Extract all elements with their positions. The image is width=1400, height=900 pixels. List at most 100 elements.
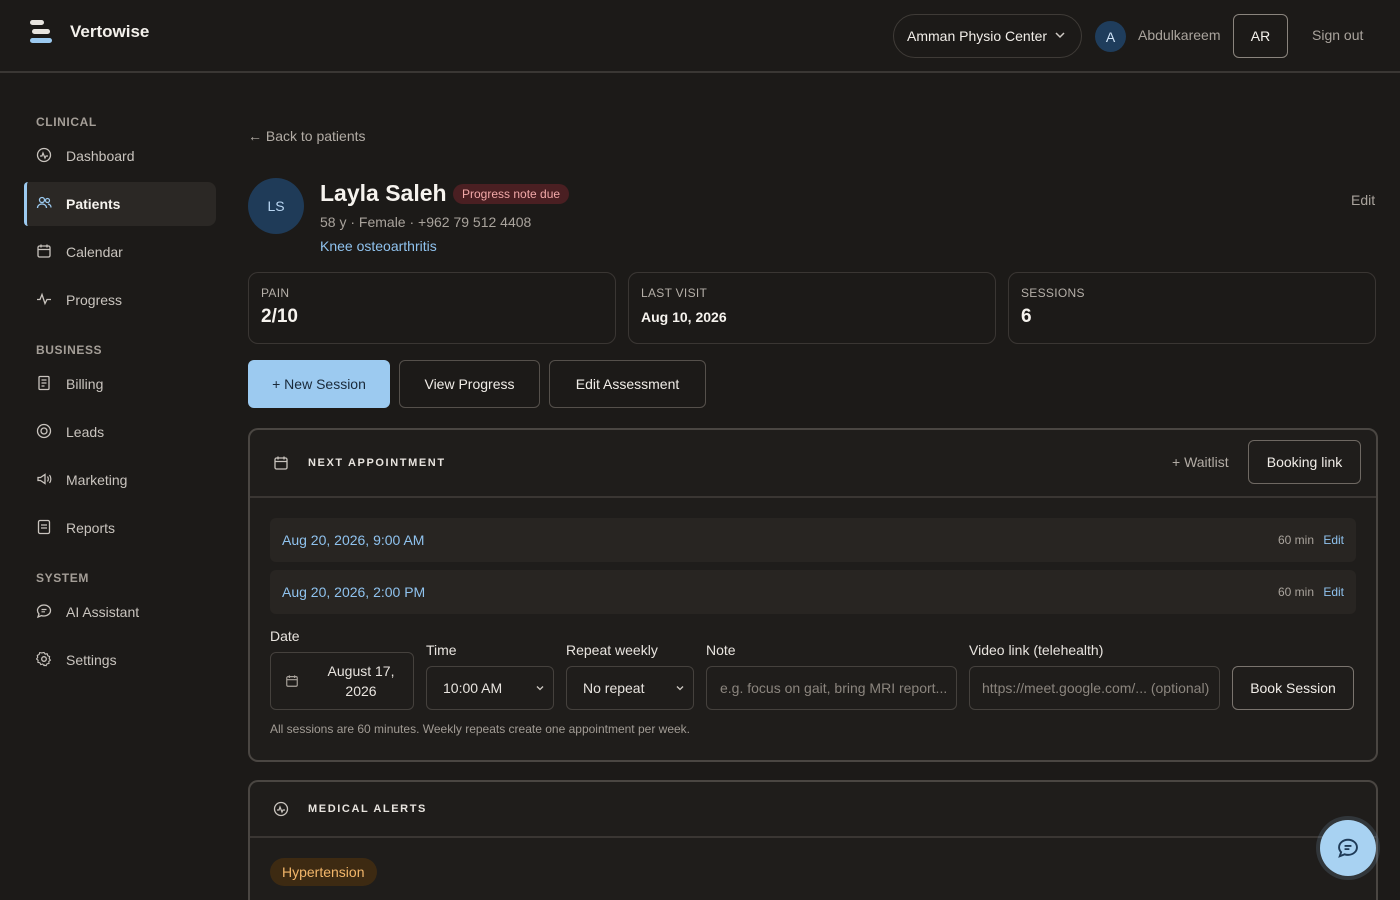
video-link-label: Video link (telehealth) <box>969 642 1104 658</box>
edit-patient-link[interactable]: Edit <box>1351 192 1375 208</box>
card-title: NEXT APPOINTMENT <box>308 457 446 469</box>
sidebar-item-leads[interactable]: Leads <box>24 410 216 454</box>
stat-label: PAIN <box>261 286 290 300</box>
sidebar-section-business: BUSINESS <box>36 343 103 357</box>
edit-appointment-link[interactable]: Edit <box>1323 533 1344 547</box>
time-value: 10:00 AM <box>443 680 503 696</box>
chat-assistant-button[interactable] <box>1320 820 1376 876</box>
stat-card-pain: PAIN 2/10 <box>248 272 616 344</box>
appointment-row: Aug 20, 2026, 9:00 AM 60 min Edit <box>270 518 1356 562</box>
card-header: NEXT APPOINTMENT + Waitlist Booking link <box>250 430 1376 498</box>
stat-value: Aug 10, 2026 <box>641 309 727 325</box>
calendar-icon <box>286 675 298 687</box>
note-label: Note <box>706 642 736 658</box>
medical-alert-badge: Hypertension <box>270 858 377 886</box>
activity-icon <box>36 291 54 309</box>
chevron-down-icon <box>1055 32 1065 39</box>
sidebar-item-label: Calendar <box>66 244 123 260</box>
date-value: August 17, 2026 <box>327 663 395 699</box>
back-to-patients-link[interactable]: ← Back to patients <box>248 128 366 144</box>
card-header: MEDICAL ALERTS <box>250 782 1376 838</box>
report-icon <box>36 519 54 537</box>
sidebar-item-label: AI Assistant <box>66 604 140 620</box>
users-icon <box>36 195 54 213</box>
megaphone-icon <box>36 471 54 489</box>
sidebar-item-label: Patients <box>66 196 121 212</box>
sidebar-item-marketing[interactable]: Marketing <box>24 458 216 502</box>
brand-name: Vertowise <box>70 22 150 41</box>
appointment-datetime[interactable]: Aug 20, 2026, 2:00 PM <box>282 584 425 600</box>
patient-meta: 58 y · Female · +962 79 512 4408 <box>320 214 532 230</box>
sidebar-item-label: Progress <box>66 292 123 308</box>
sidebar-item-progress[interactable]: Progress <box>24 278 216 322</box>
activity-icon <box>273 801 289 817</box>
status-badge: Progress note due <box>453 184 570 204</box>
date-picker[interactable]: August 17, 2026 <box>270 652 414 710</box>
clinic-selector-label: Amman Physio Center <box>907 28 1048 44</box>
target-icon <box>36 423 54 441</box>
sidebar-item-label: Dashboard <box>66 148 135 164</box>
patient-diagnosis-link[interactable]: Knee osteoarthritis <box>320 238 437 254</box>
note-input[interactable]: e.g. focus on gait, bring MRI report... <box>706 666 957 710</box>
top-bar: Vertowise Amman Physio Center A Abdulkar… <box>0 0 1400 73</box>
view-progress-button[interactable]: View Progress <box>399 360 540 408</box>
clinic-selector[interactable]: Amman Physio Center <box>893 14 1082 58</box>
language-toggle-button[interactable]: AR <box>1233 14 1288 58</box>
chat-icon <box>1338 838 1358 858</box>
stat-card-sessions: SESSIONS 6 <box>1008 272 1376 344</box>
gear-icon <box>36 651 54 669</box>
receipt-icon <box>36 375 54 393</box>
add-waitlist-link[interactable]: + Waitlist <box>1172 454 1229 470</box>
repeat-value: No repeat <box>583 680 645 696</box>
stat-value: 6 <box>1021 306 1032 327</box>
repeat-label: Repeat weekly <box>566 642 658 658</box>
sign-out-link[interactable]: Sign out <box>1312 27 1363 43</box>
sidebar: CLINICAL Dashboard Patients Calendar Pro… <box>0 75 232 900</box>
sidebar-section-system: SYSTEM <box>36 571 89 585</box>
video-link-input[interactable]: https://meet.google.com/... (optional) <box>969 666 1220 710</box>
stat-value: 2/10 <box>261 306 298 327</box>
sidebar-item-label: Reports <box>66 520 116 536</box>
appointment-datetime[interactable]: Aug 20, 2026, 9:00 AM <box>282 532 424 548</box>
appointment-duration: 60 min <box>1277 585 1314 599</box>
time-label: Time <box>426 642 457 658</box>
sidebar-item-label: Billing <box>66 376 104 392</box>
user-name: Abdulkareem <box>1138 27 1221 43</box>
appointment-duration: 60 min <box>1277 533 1314 547</box>
sidebar-item-patients[interactable]: Patients <box>24 182 216 226</box>
booking-link-button[interactable]: Booking link <box>1248 440 1361 484</box>
sidebar-item-ai-assistant[interactable]: AI Assistant <box>24 590 216 634</box>
calendar-icon <box>274 456 288 470</box>
dashboard-icon <box>36 147 54 165</box>
sidebar-item-label: Settings <box>66 652 117 668</box>
sidebar-item-label: Marketing <box>66 472 128 488</box>
sidebar-item-billing[interactable]: Billing <box>24 362 216 406</box>
patient-avatar: LS <box>248 178 304 234</box>
edit-assessment-button[interactable]: Edit Assessment <box>549 360 706 408</box>
edit-appointment-link[interactable]: Edit <box>1323 585 1344 599</box>
date-label: Date <box>270 628 300 644</box>
stat-card-last-visit: LAST VISIT Aug 10, 2026 <box>628 272 996 344</box>
next-appointment-card: NEXT APPOINTMENT + Waitlist Booking link… <box>248 428 1378 762</box>
sidebar-item-dashboard[interactable]: Dashboard <box>24 134 216 178</box>
sidebar-item-calendar[interactable]: Calendar <box>24 230 216 274</box>
stat-label: SESSIONS <box>1021 286 1085 300</box>
new-session-button[interactable]: + New Session <box>248 360 390 408</box>
sidebar-item-label: Leads <box>66 424 105 440</box>
card-title: MEDICAL ALERTS <box>308 803 427 815</box>
sidebar-section-clinical: CLINICAL <box>36 115 97 129</box>
form-hint: All sessions are 60 minutes. Weekly repe… <box>270 722 690 736</box>
medical-alerts-card: MEDICAL ALERTS Hypertension <box>248 780 1378 900</box>
sidebar-item-reports[interactable]: Reports <box>24 506 216 550</box>
book-session-button[interactable]: Book Session <box>1232 666 1354 710</box>
appointment-row: Aug 20, 2026, 2:00 PM 60 min Edit <box>270 570 1356 614</box>
sidebar-item-settings[interactable]: Settings <box>24 638 216 682</box>
time-select[interactable]: 10:00 AM <box>426 666 554 710</box>
chevron-down-icon <box>676 686 684 691</box>
repeat-select[interactable]: No repeat <box>566 666 694 710</box>
chat-icon <box>36 603 54 621</box>
calendar-icon <box>36 243 54 261</box>
user-avatar[interactable]: A <box>1095 21 1126 52</box>
patient-name: Layla Saleh <box>320 180 447 206</box>
chevron-down-icon <box>536 686 544 691</box>
